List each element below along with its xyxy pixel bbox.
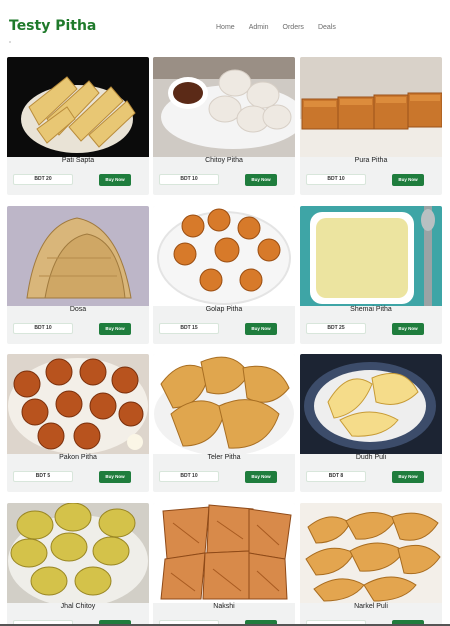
product-card: Narkel Puli — [300, 503, 442, 626]
top-navbar: Testy Pitha Home Admin Orders Deals — [0, 0, 450, 50]
brand-underline-dot — [9, 41, 11, 43]
dosa-image — [7, 206, 149, 306]
price-badge: BDT 20 — [13, 174, 73, 185]
product-name: Dosa — [69, 306, 87, 313]
product-card: Pakon Pitha BDT 5 Buy Now — [7, 354, 149, 492]
product-card: Pura Pitha BDT 10 Buy Now — [300, 57, 442, 195]
product-card: Golap Pitha BDT 15 Buy Now — [153, 206, 295, 344]
product-name: Nakshi — [213, 603, 235, 610]
narkel-puli-image — [300, 503, 442, 603]
product-card: Dosa BDT 10 Buy Now — [7, 206, 149, 344]
teler-pitha-image — [153, 354, 295, 454]
buy-now-button[interactable]: Buy Now — [392, 323, 424, 335]
product-name: Dudh Puli — [355, 454, 387, 461]
product-name: Shemai Pitha — [350, 306, 392, 313]
price-badge: BDT 10 — [306, 174, 366, 185]
price-badge: BDT 10 — [159, 174, 219, 185]
buy-now-button[interactable]: Buy Now — [99, 174, 131, 186]
product-card: Pati Sapta BDT 20 Buy Now — [7, 57, 149, 195]
buy-now-button[interactable]: Buy Now — [392, 471, 424, 483]
nakshi-pitha-image — [153, 503, 295, 603]
brand-title[interactable]: Testy Pitha — [9, 18, 96, 34]
product-card: Nakshi — [153, 503, 295, 626]
jhal-chitoy-image — [7, 503, 149, 603]
product-name: Pati Sapta — [61, 157, 95, 164]
product-card: Chitoy Pitha BDT 10 Buy Now — [153, 57, 295, 195]
pati-sapta-image — [7, 57, 149, 157]
buy-now-button[interactable]: Buy Now — [245, 471, 277, 483]
product-card: Jhal Chitoy — [7, 503, 149, 626]
golap-pitha-image — [153, 206, 295, 306]
pura-pitha-image — [300, 57, 442, 157]
nav-home-link[interactable]: Home — [216, 24, 235, 31]
product-card: Shemai Pitha BDT 25 Buy Now — [300, 206, 442, 344]
buy-now-button[interactable]: Buy Now — [245, 174, 277, 186]
buy-now-button[interactable]: Buy Now — [99, 471, 131, 483]
price-badge: BDT 15 — [159, 323, 219, 334]
price-badge: BDT 8 — [306, 471, 366, 482]
product-name: Jhal Chitoy — [60, 603, 96, 610]
product-name: Pakon Pitha — [59, 454, 97, 461]
nav-orders-link[interactable]: Orders — [283, 24, 304, 31]
product-name: Golap Pitha — [205, 306, 243, 313]
product-name: Pura Pitha — [354, 157, 388, 164]
pakon-pitha-image — [7, 354, 149, 454]
nav-deals-link[interactable]: Deals — [318, 24, 336, 31]
nav-admin-link[interactable]: Admin — [249, 24, 269, 31]
main-nav: Home Admin Orders Deals — [216, 24, 350, 31]
product-name: Narkel Puli — [354, 603, 388, 610]
price-badge: BDT 25 — [306, 323, 366, 334]
chitoy-pitha-image — [153, 57, 295, 157]
product-card: Teler Pitha BDT 10 Buy Now — [153, 354, 295, 492]
price-badge: BDT 5 — [13, 471, 73, 482]
buy-now-button[interactable]: Buy Now — [245, 323, 277, 335]
price-badge: BDT 10 — [13, 323, 73, 334]
product-name: Chitoy Pitha — [205, 157, 243, 164]
buy-now-button[interactable]: Buy Now — [392, 174, 424, 186]
product-card: Dudh Puli BDT 8 Buy Now — [300, 354, 442, 492]
shemai-pitha-image — [300, 206, 442, 306]
buy-now-button[interactable]: Buy Now — [99, 323, 131, 335]
dudh-puli-image — [300, 354, 442, 454]
price-badge: BDT 10 — [159, 471, 219, 482]
product-name: Teler Pitha — [207, 454, 241, 461]
